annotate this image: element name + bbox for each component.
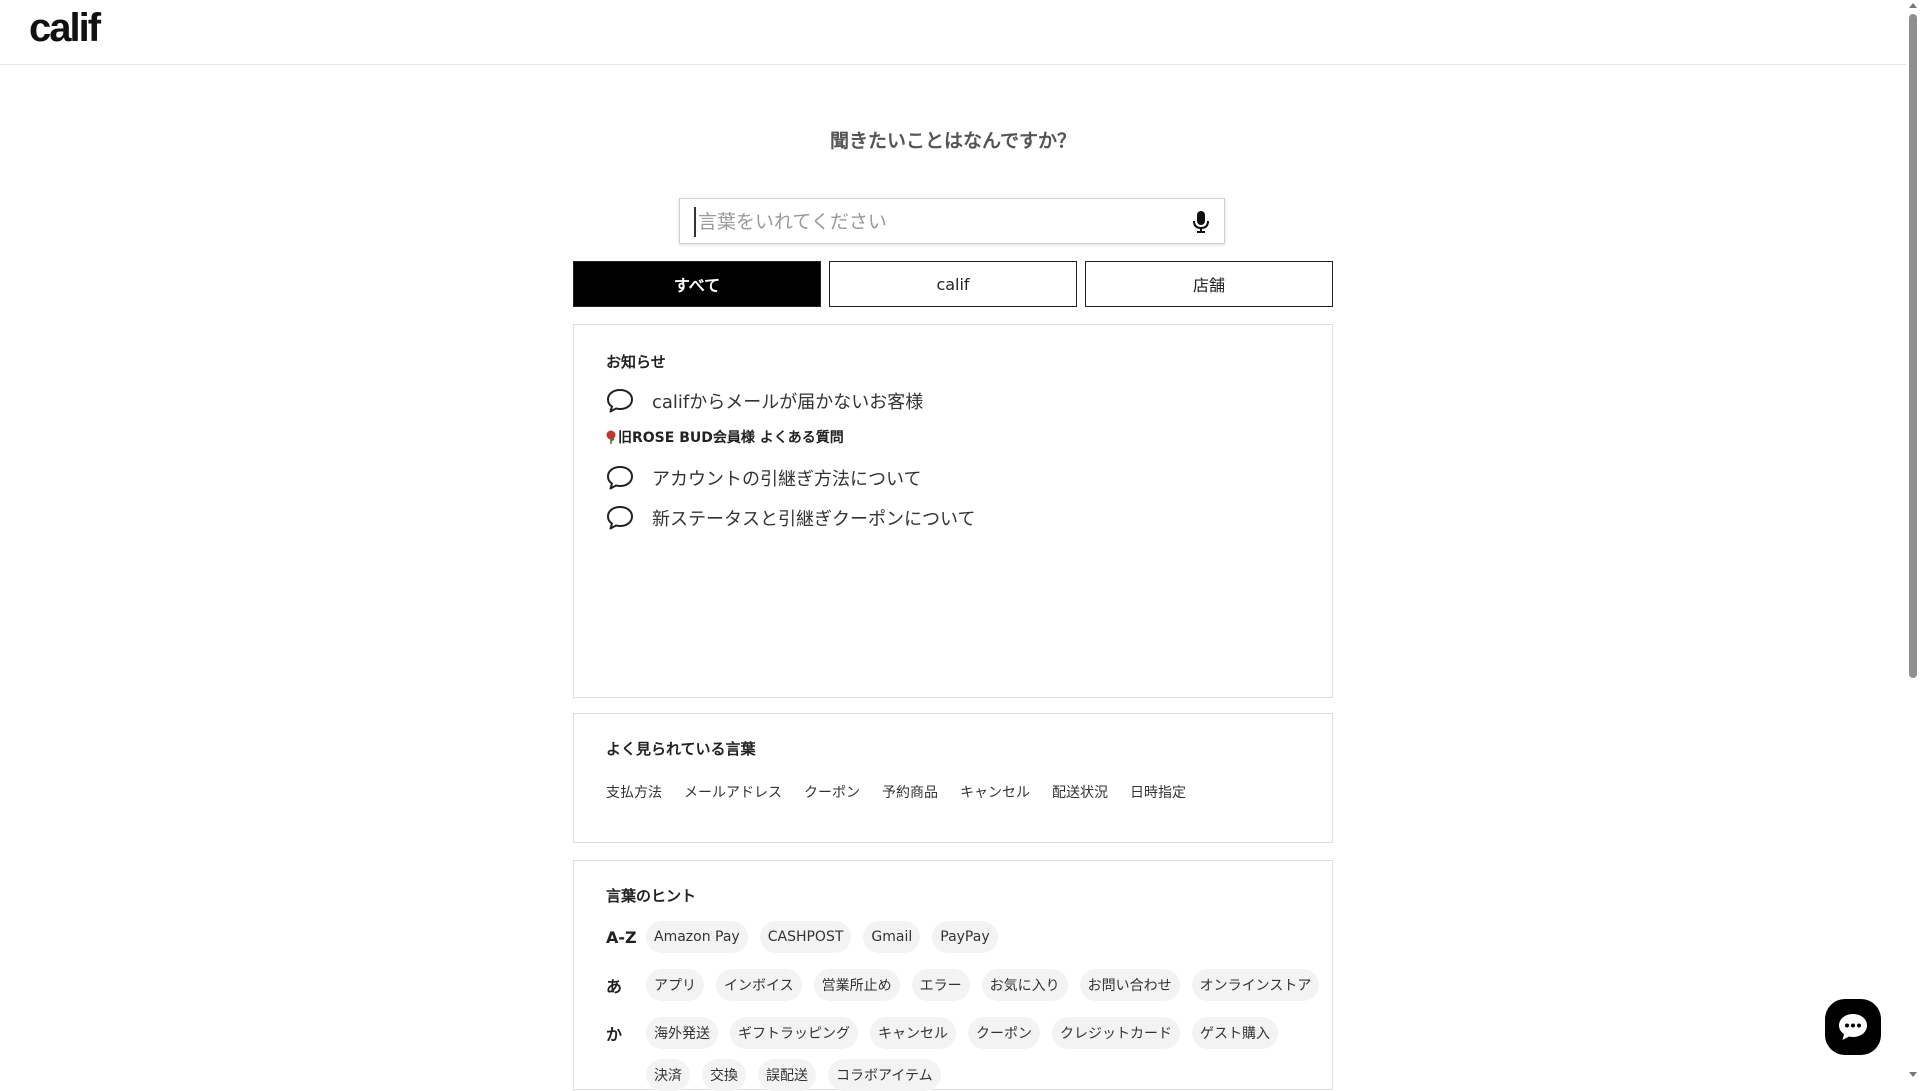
hint-chip[interactable]: お問い合わせ — [1079, 969, 1180, 1001]
popular-words-panel: よく見られている言葉 支払方法 メールアドレス クーポン 予約商品 キャンセル … — [573, 713, 1333, 843]
tab-all[interactable]: すべて — [573, 261, 821, 307]
hint-chip[interactable]: 海外発送 — [646, 1017, 718, 1049]
hint-chip[interactable]: 交換 — [702, 1059, 746, 1091]
microphone-icon[interactable] — [1192, 210, 1210, 234]
notice-item[interactable]: 新ステータスと引継ぎクーポンについて — [606, 504, 975, 532]
search-input[interactable] — [694, 207, 1180, 237]
hint-chip[interactable]: 営業所止め — [813, 969, 900, 1001]
scrollbar-thumb[interactable] — [1909, 14, 1917, 678]
hint-row-az: A-Z Amazon Pay CASHPOST Gmail PayPay — [606, 921, 1010, 953]
popular-word[interactable]: 予約商品 — [882, 782, 938, 802]
page-scrollbar[interactable] — [1906, 0, 1920, 1080]
popular-word[interactable]: 配送状況 — [1052, 782, 1108, 802]
hint-chip[interactable]: お気に入り — [981, 969, 1068, 1001]
popular-word[interactable]: メールアドレス — [684, 782, 782, 802]
word-hints-title: 言葉のヒント — [606, 887, 697, 905]
notice-item[interactable]: アカウントの引継ぎ方法について — [606, 464, 921, 492]
popular-word[interactable]: キャンセル — [960, 782, 1030, 802]
popular-words-list: 支払方法 メールアドレス クーポン 予約商品 キャンセル 配送状況 日時指定 — [606, 782, 1208, 802]
hint-chip[interactable]: 決済 — [646, 1059, 690, 1091]
hint-row-a: あ アプリ インボイス 営業所止め エラー お気に入り お問い合わせ オンライン… — [606, 969, 1331, 1001]
notices-title: お知らせ — [606, 353, 666, 371]
chat-icon — [1839, 1014, 1867, 1040]
category-tabs: すべて calif 店舗 — [573, 261, 1333, 307]
hint-chip[interactable]: Gmail — [863, 921, 921, 953]
hint-chip[interactable]: ゲスト購入 — [1192, 1017, 1278, 1049]
tab-store[interactable]: 店舗 — [1085, 261, 1333, 307]
hint-chip[interactable]: アプリ — [646, 969, 704, 1001]
hint-chip[interactable]: エラー — [911, 969, 970, 1001]
site-header: calif — [0, 0, 1906, 65]
rose-icon — [606, 430, 616, 444]
hint-chip[interactable]: コラボアイテム — [828, 1059, 941, 1091]
scroll-down-arrow[interactable] — [1909, 1072, 1917, 1077]
popular-word[interactable]: クーポン — [804, 782, 860, 802]
hint-chip[interactable]: Amazon Pay — [646, 921, 748, 953]
notice-link-text: アカウントの引継ぎ方法について — [652, 469, 922, 490]
hint-chip[interactable]: キャンセル — [870, 1017, 956, 1049]
scroll-up-arrow[interactable] — [1909, 3, 1917, 8]
speech-bubble-icon — [607, 466, 633, 490]
subhead-text: 旧ROSE BUD会員様 よくある質問 — [618, 430, 844, 446]
word-hints-panel: 言葉のヒント A-Z Amazon Pay CASHPOST Gmail Pay… — [573, 860, 1333, 1091]
popular-words-title: よく見られている言葉 — [606, 740, 756, 758]
hint-chip[interactable]: 誤配送 — [758, 1059, 816, 1091]
rose-bud-faq-subhead: 旧ROSE BUD会員様 よくある質問 — [606, 427, 844, 447]
notice-item[interactable]: califからメールが届かないお客様 — [606, 387, 923, 415]
search-box — [679, 198, 1225, 244]
hint-chip[interactable]: CASHPOST — [759, 921, 852, 953]
page-question: 聞きたいことはなんですか？ — [829, 130, 1077, 152]
hint-row-label: あ — [606, 977, 623, 996]
speech-bubble-icon — [607, 506, 633, 530]
tab-calif[interactable]: calif — [829, 261, 1077, 307]
hint-chip[interactable]: PayPay — [932, 921, 998, 953]
hint-chip[interactable]: インボイス — [716, 969, 802, 1001]
hint-row-label: か — [606, 1025, 623, 1044]
chat-button[interactable] — [1825, 999, 1881, 1055]
notices-panel: お知らせ califからメールが届かないお客様 旧ROSE BUD会員様 よくあ… — [573, 324, 1333, 698]
hint-chip[interactable]: ギフトラッピング — [730, 1017, 858, 1049]
hint-chip[interactable]: オンラインストア — [1191, 969, 1320, 1001]
hint-row-label: A-Z — [606, 927, 637, 947]
popular-word[interactable]: 日時指定 — [1130, 782, 1186, 802]
calif-logo[interactable]: calif — [29, 6, 101, 51]
hint-row-ka: か 海外発送 ギフトラッピング キャンセル クーポン クレジットカード ゲスト購… — [606, 1017, 1290, 1049]
notice-link-text: califからメールが届かないお客様 — [652, 392, 924, 413]
hint-chip[interactable]: クレジットカード — [1052, 1017, 1180, 1049]
hint-row-ka-continued: 決済 交換 誤配送 コラボアイテム — [606, 1059, 953, 1091]
speech-bubble-icon — [607, 389, 633, 413]
popular-word[interactable]: 支払方法 — [606, 782, 662, 802]
notice-link-text: 新ステータスと引継ぎクーポンについて — [652, 509, 976, 530]
hint-chip[interactable]: クーポン — [968, 1017, 1040, 1049]
